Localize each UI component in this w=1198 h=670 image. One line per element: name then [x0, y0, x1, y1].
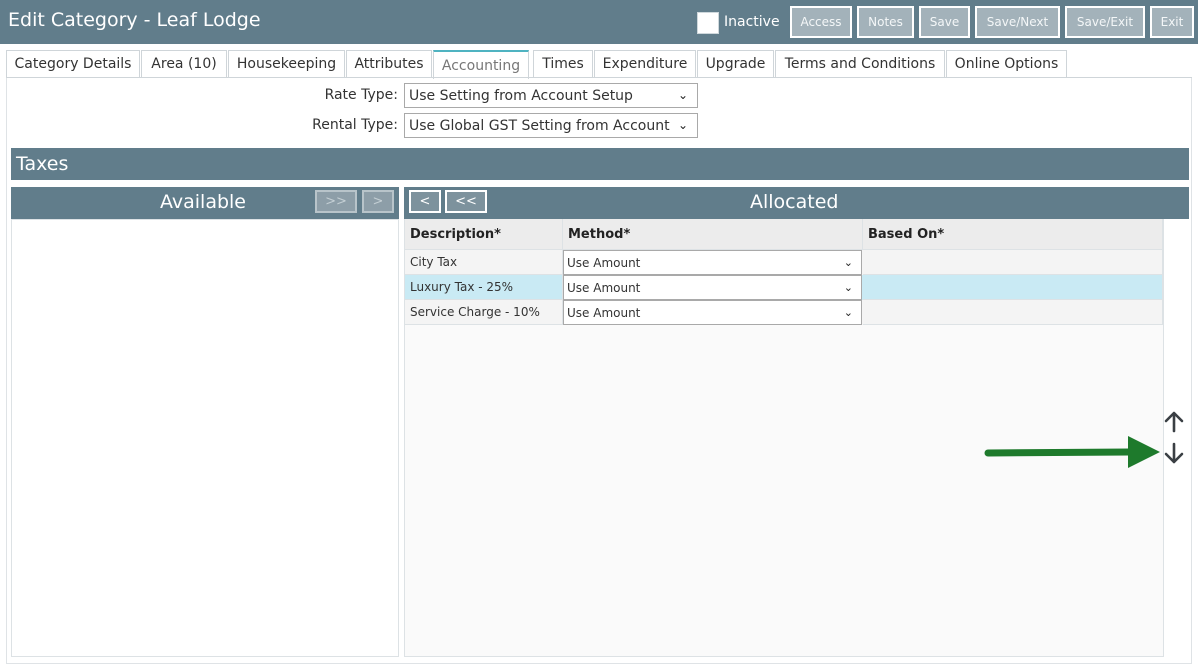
remove-all-button[interactable]: <<: [445, 190, 487, 213]
table-row[interactable]: Service Charge - 10% Use Amount ⌄: [405, 300, 1163, 325]
tab-online-options[interactable]: Online Options: [946, 50, 1067, 77]
add-all-button[interactable]: >>: [315, 190, 357, 213]
remove-selected-button[interactable]: <: [409, 190, 441, 213]
arrow-up-icon: [1164, 411, 1184, 433]
grid-header-row: Description* Method* Based On*: [405, 219, 1163, 250]
inactive-checkbox[interactable]: [697, 12, 719, 34]
allocated-panel-header: < << Allocated: [404, 187, 1189, 219]
table-row[interactable]: City Tax Use Amount ⌄: [405, 250, 1163, 275]
available-title: Available: [160, 191, 247, 213]
row-based-on[interactable]: [863, 300, 1163, 325]
header-bar: Edit Category - Leaf Lodge Inactive Acce…: [0, 0, 1198, 44]
row-based-on[interactable]: [863, 275, 1163, 300]
tab-category-details[interactable]: Category Details: [6, 50, 140, 77]
page-title: Edit Category - Leaf Lodge: [8, 9, 261, 31]
rate-type-label: Rate Type:: [324, 87, 398, 103]
tab-expenditure[interactable]: Expenditure: [594, 50, 696, 77]
add-selected-button[interactable]: >: [362, 190, 394, 213]
tab-terms-and-conditions[interactable]: Terms and Conditions: [775, 50, 945, 77]
chevron-down-icon: ⌄: [843, 281, 853, 294]
taxes-section-header: Taxes: [11, 148, 1189, 180]
move-down-button[interactable]: [1162, 441, 1186, 465]
arrow-down-icon: [1164, 442, 1184, 464]
method-select[interactable]: Use Amount ⌄: [563, 300, 862, 325]
notes-button[interactable]: Notes: [857, 6, 914, 38]
row-based-on[interactable]: [863, 250, 1163, 275]
inactive-label: Inactive: [724, 14, 780, 30]
method-value: Use Amount: [567, 305, 641, 320]
column-header-based-on[interactable]: Based On*: [863, 219, 1163, 250]
column-header-method[interactable]: Method*: [563, 219, 863, 250]
row-description: Luxury Tax - 25%: [405, 275, 563, 300]
tab-upgrade[interactable]: Upgrade: [697, 50, 774, 77]
rental-type-value: Use Global GST Setting from Account: [409, 117, 670, 134]
save-exit-button[interactable]: Save/Exit: [1065, 6, 1145, 38]
chevron-down-icon: ⌄: [843, 256, 853, 269]
chevron-down-icon: ⌄: [677, 88, 688, 102]
tab-area[interactable]: Area (10): [141, 50, 227, 77]
row-description: City Tax: [405, 250, 563, 275]
chevron-down-icon: ⌄: [677, 118, 688, 132]
save-button[interactable]: Save: [919, 6, 970, 38]
rate-type-select[interactable]: Use Setting from Account Setup ⌄: [404, 83, 698, 108]
exit-button[interactable]: Exit: [1150, 6, 1194, 38]
method-select[interactable]: Use Amount ⌄: [563, 275, 862, 300]
method-value: Use Amount: [567, 255, 641, 270]
row-description: Service Charge - 10%: [405, 300, 563, 325]
rate-type-value: Use Setting from Account Setup: [409, 87, 633, 104]
chevron-down-icon: ⌄: [843, 306, 853, 319]
column-header-description[interactable]: Description*: [405, 219, 563, 250]
taxes-section-title: Taxes: [16, 153, 69, 175]
table-row-selected[interactable]: Luxury Tax - 25% Use Amount ⌄: [405, 275, 1163, 300]
rental-type-label: Rental Type:: [312, 117, 398, 133]
available-panel-header: Available >> >: [11, 187, 399, 219]
annotation-arrow: [984, 436, 1160, 468]
access-button[interactable]: Access: [790, 6, 852, 38]
allocated-title: Allocated: [750, 191, 839, 213]
available-list[interactable]: [11, 219, 399, 657]
method-value: Use Amount: [567, 280, 641, 295]
save-next-button[interactable]: Save/Next: [975, 6, 1060, 38]
tab-housekeeping[interactable]: Housekeeping: [228, 50, 345, 77]
rental-type-select[interactable]: Use Global GST Setting from Account ⌄: [404, 113, 698, 138]
move-up-button[interactable]: [1162, 410, 1186, 434]
tab-times[interactable]: Times: [533, 50, 593, 77]
tab-accounting[interactable]: Accounting: [433, 50, 529, 79]
tab-attributes[interactable]: Attributes: [346, 50, 432, 77]
method-select[interactable]: Use Amount ⌄: [563, 250, 862, 275]
